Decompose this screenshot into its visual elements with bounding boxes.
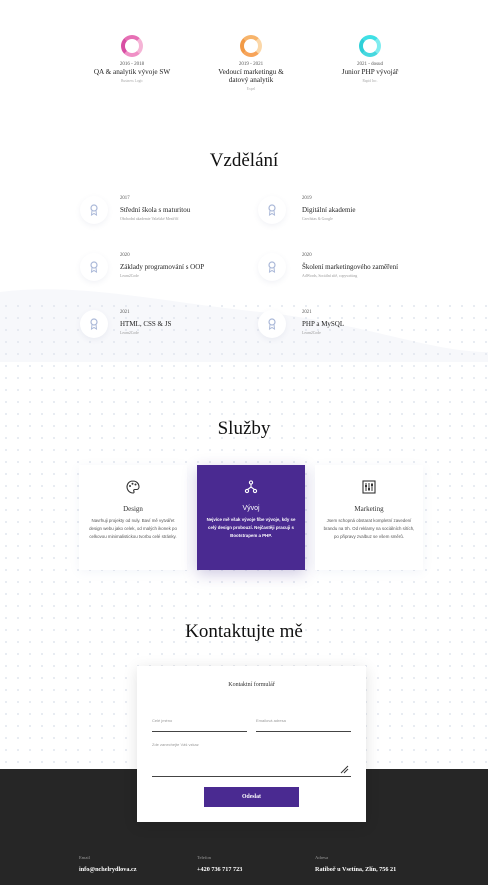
footer-address-value: Ratiboř u Vsetína, Zlín, 756 21 xyxy=(315,866,397,873)
code-branch-icon xyxy=(244,480,258,494)
experience-title: Vedoucí marketingu & datový analytik xyxy=(218,68,284,84)
email-placeholder: Emailová adresa xyxy=(256,718,286,723)
experience-years: 2021 - dosud xyxy=(356,62,384,67)
education-school: Obchodní akademie Valašské Meziříčí xyxy=(120,217,179,221)
service-description: Nejvíce mě však vývoje fíbe vývoje, kdy … xyxy=(206,517,296,538)
footer-phone-label: Telefon xyxy=(197,855,211,860)
footer-phone: Telefon +420 736 717 723 xyxy=(197,855,242,873)
footer-address: Adresa Ratiboř u Vsetína, Zlín, 756 21 xyxy=(315,855,396,873)
education-school: Learn2Code xyxy=(302,331,321,335)
footer-email-label: Email xyxy=(79,855,90,860)
service-title: Design xyxy=(123,505,143,513)
education-degree: Střední škola s maturitou xyxy=(120,206,191,214)
education-year: 2017 xyxy=(120,196,130,201)
name-field[interactable]: Celé jméno xyxy=(152,718,247,732)
name-placeholder: Celé jméno xyxy=(152,718,173,723)
education-year: 2020 xyxy=(302,253,312,258)
education-degree: Digitální akademie xyxy=(302,206,356,214)
form-title: Kontaktní formulář xyxy=(228,682,275,688)
footer-phone-value[interactable]: +420 736 717 723 xyxy=(197,866,242,873)
education-year: 2021 xyxy=(302,310,312,315)
education-school: Czechitas & Google xyxy=(302,217,333,221)
service-title: Marketing xyxy=(354,505,384,513)
experience-item: 2021 - dosud Junior PHP vývojář Rapid In… xyxy=(295,30,445,83)
contact-title: Kontaktujte mě xyxy=(185,621,303,642)
education-year: 2019 xyxy=(302,196,312,201)
experience-company: Rapid Inc. xyxy=(362,79,378,83)
education-degree: PHP a MySQL xyxy=(302,320,345,328)
award-icon xyxy=(80,253,108,281)
education-degree: Školení marketingového zaměření xyxy=(302,263,399,271)
education-item: 2021 PHP a MySQL Learn2Code xyxy=(258,310,438,350)
services-title: Služby xyxy=(217,418,271,439)
education-degree: Základy programování s OOP xyxy=(120,263,205,271)
award-icon xyxy=(80,310,108,338)
experience-section: 2016 - 2018 QA & analytik vývoje SW Busi… xyxy=(0,30,488,100)
education-item: 2020 Školení marketingového zaměření AdW… xyxy=(258,253,438,293)
award-icon xyxy=(258,253,286,281)
palette-icon xyxy=(126,480,140,494)
service-card-development[interactable]: Vývoj Nejvíce mě však vývoje fíbe vývoje… xyxy=(197,465,305,570)
message-field[interactable]: Zde zanechejte Váš vzkaz xyxy=(152,742,351,777)
education-year: 2020 xyxy=(120,253,130,258)
award-icon xyxy=(258,310,286,338)
submit-button[interactable]: Odeslat xyxy=(204,787,299,807)
cyan-ring-icon xyxy=(359,35,381,57)
experience-company: Expel xyxy=(246,87,256,91)
education-school: Learn2Code xyxy=(120,274,139,278)
service-card-marketing[interactable]: Marketing Jsem schopná obstarat kompletn… xyxy=(315,465,423,570)
resize-handle-icon[interactable] xyxy=(340,765,349,774)
education-item: 2021 HTML, CSS & JS Learn2Code xyxy=(80,310,260,350)
equalizer-icon xyxy=(362,480,376,494)
message-placeholder: Zde zanechejte Váš vzkaz xyxy=(152,742,199,747)
education-degree: HTML, CSS & JS xyxy=(120,320,172,328)
orange-ring-icon xyxy=(240,35,262,57)
email-field[interactable]: Emailová adresa xyxy=(256,718,351,732)
service-description: Jsem schopná obstarat kompletní zavedení… xyxy=(323,518,415,539)
education-item: 2019 Digitální akademie Czechitas & Goog… xyxy=(258,196,438,236)
footer-address-label: Adresa xyxy=(315,855,329,860)
pink-ring-icon xyxy=(121,35,143,57)
education-school: Learn2Code xyxy=(120,331,139,335)
education-school: AdWords, Sociální sítě, copywriting xyxy=(302,274,358,278)
service-title: Vývoj xyxy=(242,505,260,512)
education-year: 2021 xyxy=(120,310,130,315)
footer-email: Email info@nchelrydlova.cz xyxy=(79,855,137,873)
award-icon xyxy=(80,196,108,224)
education-item: 2017 Střední škola s maturitou Obchodní … xyxy=(80,196,260,236)
award-icon xyxy=(258,196,286,224)
footer-email-value[interactable]: info@nchelrydlova.cz xyxy=(79,866,137,873)
service-description: Navrhuji projekty od nuly. Baví mě vytvá… xyxy=(89,518,177,539)
service-card-design[interactable]: Design Navrhuji projekty od nuly. Baví m… xyxy=(79,465,187,570)
experience-title: Junior PHP vývojář xyxy=(341,68,399,76)
contact-form: Kontaktní formulář Celé jméno Emailová a… xyxy=(137,666,366,822)
education-item: 2020 Základy programování s OOP Learn2Co… xyxy=(80,253,260,293)
education-title: Vzdělání xyxy=(209,150,279,171)
